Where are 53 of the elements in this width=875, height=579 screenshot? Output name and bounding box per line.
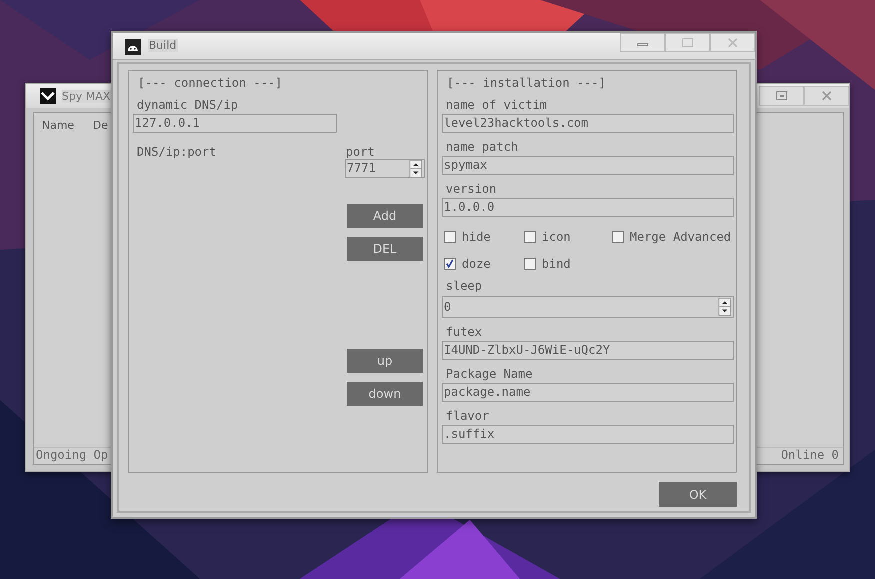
checkbox-label: icon <box>542 230 571 244</box>
column-header: De <box>93 119 108 134</box>
window-title: Build <box>148 39 178 52</box>
maximize-icon <box>682 38 694 48</box>
status-text: Ongoing Op <box>36 448 108 462</box>
close-button[interactable] <box>804 86 849 106</box>
section-heading: [--- connection ---] <box>138 75 282 91</box>
ok-button[interactable]: OK <box>659 482 737 507</box>
field-label: name of victim <box>446 98 548 112</box>
spinner-arrows-icon[interactable] <box>718 298 732 316</box>
checkbox-label: bind <box>542 257 571 271</box>
checkbox[interactable] <box>612 231 624 243</box>
checkbox-label: Merge Advanced <box>630 230 732 244</box>
field-label: sleep <box>446 279 482 293</box>
robot-icon <box>125 39 141 55</box>
maximize-button[interactable] <box>759 86 804 106</box>
status-text: Online 0 <box>781 448 839 462</box>
field-label: version <box>446 182 497 196</box>
checkbox[interactable] <box>524 258 536 270</box>
action-button[interactable]: Add <box>347 204 423 228</box>
text-field[interactable]: package.name <box>442 383 734 402</box>
text-field[interactable]: level23hacktools.com <box>442 114 734 133</box>
action-button[interactable]: down <box>347 382 423 406</box>
checkbox[interactable] <box>444 231 456 243</box>
checkbox[interactable] <box>444 258 456 270</box>
checkbox-label: hide <box>462 230 491 244</box>
field-label: flavor <box>446 409 490 423</box>
field-label: futex <box>446 325 482 339</box>
window-title: Spy MAX <box>62 90 111 102</box>
text-field[interactable]: spymax <box>442 156 734 175</box>
number-field[interactable]: 0 <box>442 296 734 318</box>
close-icon <box>726 38 738 48</box>
field-label: dynamic DNS/ip <box>137 98 238 112</box>
checkbox-label: doze <box>462 257 491 271</box>
text-field[interactable]: I4UND-ZlbxU-J6WiE-uQc2Y <box>442 341 734 360</box>
action-button[interactable]: up <box>347 349 423 373</box>
checkbox[interactable] <box>524 231 536 243</box>
text-field[interactable]: .suffix <box>442 425 734 444</box>
chevron-icon <box>40 88 56 104</box>
text-field[interactable]: 1.0.0.0 <box>442 198 734 217</box>
section-heading: [--- installation ---] <box>447 75 606 91</box>
action-button[interactable]: DEL <box>347 237 423 261</box>
field-label: port <box>346 145 375 159</box>
number-field[interactable]: 7771 <box>345 159 425 178</box>
column-header: Name <box>42 119 76 134</box>
spinner-arrows-icon[interactable] <box>409 160 423 178</box>
restore-icon <box>776 91 788 101</box>
minimize-button[interactable] <box>620 33 665 52</box>
field-label: name patch <box>446 140 518 154</box>
field-label: Package Name <box>446 367 533 381</box>
text-field[interactable]: 127.0.0.1 <box>133 114 337 133</box>
close-icon <box>820 91 832 101</box>
list-label: DNS/ip:port <box>137 145 216 159</box>
